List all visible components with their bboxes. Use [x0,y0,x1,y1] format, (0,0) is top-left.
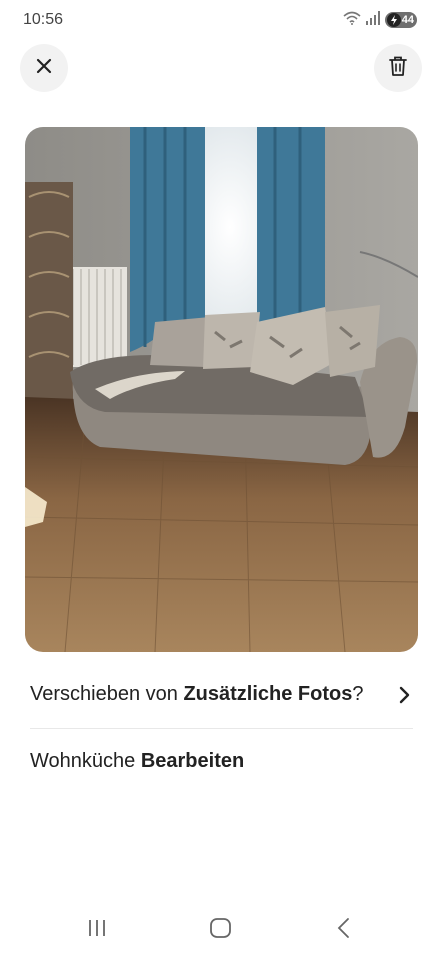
signal-icon [366,10,380,30]
room-name: Wohnküche [30,750,136,772]
room-photo-illustration [25,127,418,652]
close-button[interactable] [20,44,68,92]
move-target: Zusätzliche Fotos [183,683,353,705]
battery-icon: 44 [385,12,417,28]
system-nav-bar [0,905,443,960]
move-prefix: Verschieben von [30,683,184,705]
wifi-icon [343,11,361,30]
status-icons: 44 [343,10,417,30]
close-icon [36,58,52,79]
edit-link[interactable]: Bearbeiten [141,750,244,772]
status-bar: 10:56 44 [0,0,443,40]
divider [30,728,413,729]
move-photo-row[interactable]: Verschieben von Zusätzliche Fotos? [30,683,413,713]
room-edit-row[interactable]: Wohnküche Bearbeiten [30,750,413,773]
recent-apps-icon[interactable] [86,917,108,944]
room-photo [25,127,418,652]
back-icon[interactable] [336,917,352,944]
charging-icon [387,13,401,27]
battery-level: 44 [401,14,414,26]
delete-button[interactable] [374,44,422,92]
move-suffix: ? [352,683,364,705]
trash-icon [388,55,408,82]
status-time: 10:56 [23,11,64,28]
chevron-right-icon [399,686,411,710]
home-icon[interactable] [209,917,233,944]
